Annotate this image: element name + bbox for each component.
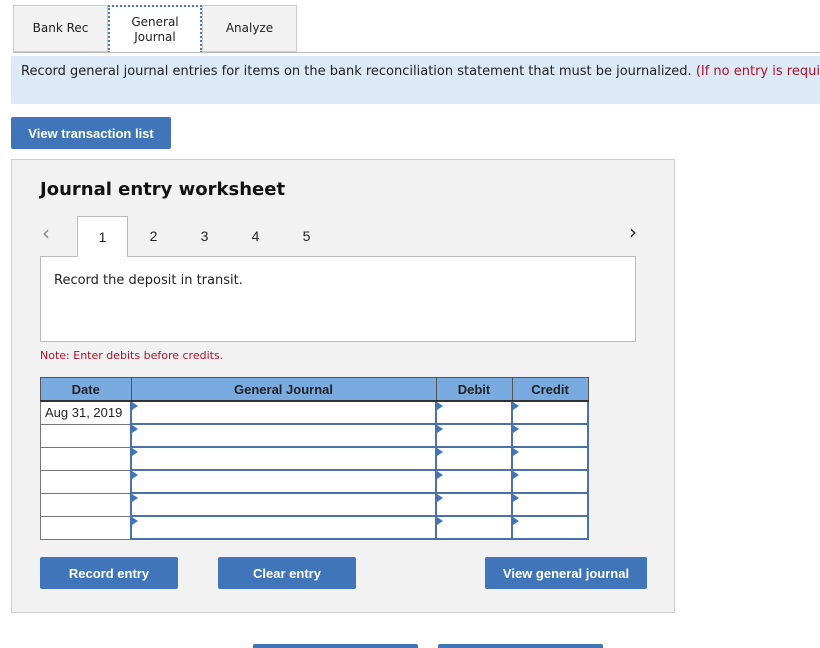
debits-note: Note: Enter debits before credits. <box>40 349 224 362</box>
tab-analyze[interactable]: Analyze <box>202 5 297 52</box>
tab-bar: Bank Rec General Journal Analyze <box>13 5 297 53</box>
table-row: Aug 31, 2019 <box>40 400 589 425</box>
bottom-button-partial[interactable] <box>253 644 418 648</box>
journal-table: Date General Journal Debit Credit Aug 31… <box>40 377 589 540</box>
date-cell[interactable] <box>40 423 132 448</box>
header-general-journal: General Journal <box>130 377 437 402</box>
journal-entry-worksheet-panel: Journal entry worksheet ‹ 1 2 3 4 5 › Re… <box>11 159 675 613</box>
credit-input[interactable] <box>511 400 589 425</box>
header-credit: Credit <box>511 377 589 402</box>
step-tab-1[interactable]: 1 <box>77 216 128 257</box>
step-tab-4[interactable]: 4 <box>230 216 281 256</box>
date-cell[interactable] <box>40 446 132 471</box>
account-select[interactable] <box>130 469 437 494</box>
debit-input[interactable] <box>435 400 513 425</box>
account-select[interactable] <box>130 492 437 517</box>
date-cell[interactable] <box>40 469 132 494</box>
tab-bank-rec[interactable]: Bank Rec <box>13 5 108 52</box>
account-select[interactable] <box>130 400 437 425</box>
clear-entry-button[interactable]: Clear entry <box>218 557 356 589</box>
debit-input[interactable] <box>435 446 513 471</box>
tab-divider <box>13 52 820 53</box>
transaction-description-text: Record the deposit in transit. <box>54 273 243 288</box>
account-select[interactable] <box>130 423 437 448</box>
step-tab-5[interactable]: 5 <box>281 216 332 256</box>
debit-input[interactable] <box>435 515 513 540</box>
table-row <box>40 423 589 448</box>
credit-input[interactable] <box>511 446 589 471</box>
table-row <box>40 446 589 471</box>
credit-input[interactable] <box>511 515 589 540</box>
view-transaction-list-button[interactable]: View transaction list <box>11 117 171 149</box>
debit-input[interactable] <box>435 492 513 517</box>
account-select[interactable] <box>130 515 437 540</box>
chevron-left-icon[interactable]: ‹ <box>42 221 50 245</box>
view-general-journal-button[interactable]: View general journal <box>485 557 647 589</box>
date-cell[interactable] <box>40 492 132 517</box>
date-cell[interactable] <box>40 515 132 540</box>
transaction-description: Record the deposit in transit. <box>40 256 636 342</box>
account-select[interactable] <box>130 446 437 471</box>
instructions-banner: Record general journal entries for items… <box>11 56 820 104</box>
step-tabs: 1 2 3 4 5 <box>77 216 332 257</box>
credit-input[interactable] <box>511 492 589 517</box>
table-row <box>40 515 589 540</box>
tab-general-journal[interactable]: General Journal <box>108 5 202 53</box>
tab-general-journal-label: General Journal <box>131 15 179 44</box>
table-header-row: Date General Journal Debit Credit <box>40 377 589 402</box>
worksheet-title: Journal entry worksheet <box>40 179 286 200</box>
chevron-right-icon[interactable]: › <box>629 220 637 244</box>
credit-input[interactable] <box>511 423 589 448</box>
instructions-text: Record general journal entries for items… <box>21 64 692 79</box>
header-debit: Debit <box>435 377 513 402</box>
bottom-button-partial[interactable] <box>438 644 603 648</box>
table-row <box>40 469 589 494</box>
debit-input[interactable] <box>435 423 513 448</box>
step-tab-3[interactable]: 3 <box>179 216 230 256</box>
record-entry-button[interactable]: Record entry <box>40 557 178 589</box>
step-tab-2[interactable]: 2 <box>128 216 179 256</box>
credit-input[interactable] <box>511 469 589 494</box>
date-cell: Aug 31, 2019 <box>40 400 132 425</box>
header-date: Date <box>40 377 132 402</box>
instructions-note: (If no entry is required for a particula… <box>695 64 820 79</box>
debit-input[interactable] <box>435 469 513 494</box>
table-row <box>40 492 589 517</box>
